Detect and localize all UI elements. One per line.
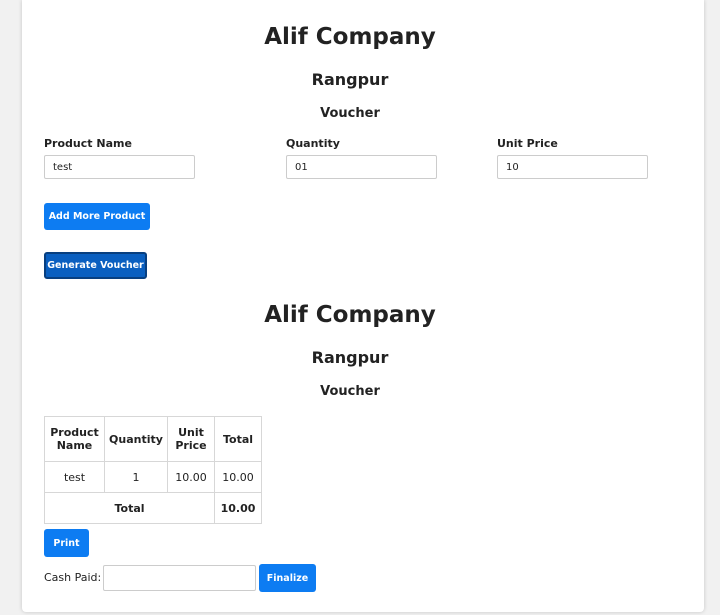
product-name-input[interactable] (44, 155, 195, 179)
col-header-product-name: Product Name (44, 416, 105, 462)
total-value: 10.00 (214, 492, 262, 524)
unit-price-input[interactable] (497, 155, 648, 179)
product-name-label: Product Name (44, 137, 132, 150)
finalize-button[interactable]: Finalize (259, 564, 316, 592)
cash-paid-label: Cash Paid: (44, 571, 102, 584)
col-header-quantity: Quantity (104, 416, 168, 462)
print-button[interactable]: Print (44, 529, 89, 557)
cell-product: test (44, 461, 105, 493)
table-total-row: Total 10.00 (44, 492, 262, 524)
quantity-label: Quantity (286, 137, 340, 150)
table-row: test 1 10.00 10.00 (44, 461, 262, 493)
col-header-unit-price: Unit Price (167, 416, 215, 462)
col-header-total: Total (214, 416, 262, 462)
unit-price-label: Unit Price (497, 137, 558, 150)
add-more-product-button[interactable]: Add More Product (44, 203, 150, 230)
voucher-table: Product Name Quantity Unit Price Total t… (44, 416, 262, 524)
form-voucher-heading: Voucher (320, 106, 380, 121)
cell-unit-price: 10.00 (167, 461, 215, 493)
generate-voucher-button[interactable]: Generate Voucher (44, 252, 147, 279)
voucher-heading: Voucher (320, 384, 380, 399)
quantity-input[interactable] (286, 155, 437, 179)
voucher-city-title: Rangpur (311, 348, 389, 367)
cash-paid-input[interactable] (103, 565, 256, 591)
form-company-title: Alif Company (264, 24, 436, 50)
cell-quantity: 1 (104, 461, 168, 493)
total-label: Total (44, 492, 215, 524)
table-header-row: Product Name Quantity Unit Price Total (44, 416, 262, 462)
form-city-title: Rangpur (311, 70, 389, 89)
cell-total: 10.00 (214, 461, 262, 493)
voucher-company-title: Alif Company (264, 302, 436, 328)
